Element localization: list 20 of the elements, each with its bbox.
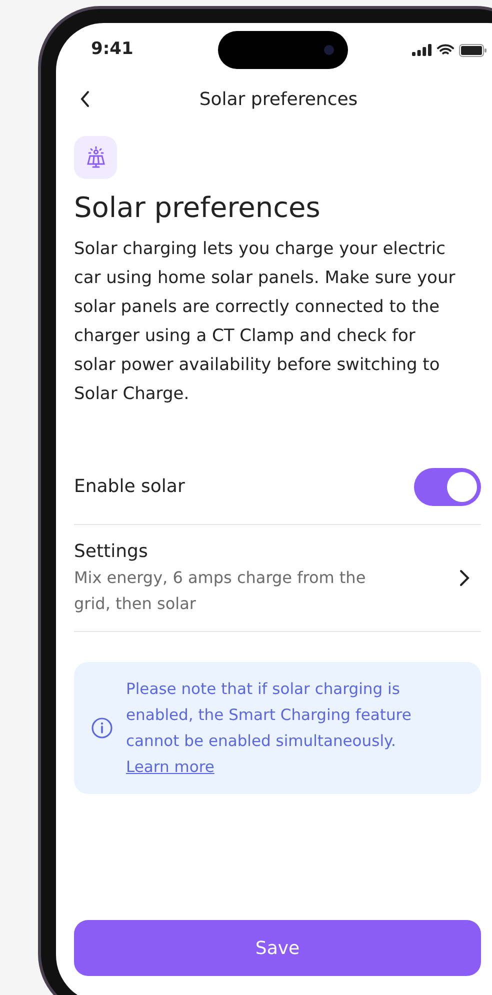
info-icon: [91, 717, 113, 739]
signal-icon: [412, 44, 432, 56]
status-time: 9:41: [90, 38, 134, 62]
description-paragraph: Solar charging lets you charge your electric car using home solar panels. Make sure your solar panels are correctly connected to the charger using a CT Clamp and check for solar power availability before switching to Solar Charge.: [74, 238, 456, 406]
save-button[interactable]: Save: [74, 920, 481, 976]
page-title: Solar preferences: [74, 190, 322, 226]
solar-panel-icon: [74, 136, 117, 179]
learn-more-link[interactable]: Learn more: [126, 758, 214, 776]
battery-icon: [458, 44, 487, 56]
setting-detail: Mix energy, 6 amps charge from the grid, then solar: [74, 567, 367, 615]
wifi-icon: [436, 44, 454, 56]
back-icon: [80, 90, 90, 108]
nav-title: Solar preferences: [198, 88, 359, 112]
notice-text: Please note that if solar charging is enabled, the Smart Charging feature cannot be enabled simultaneously. Learn more: [126, 679, 412, 778]
toggle-switch[interactable]: [414, 468, 481, 506]
setting-label: Settings: [74, 540, 149, 564]
camera-icon: [324, 45, 334, 55]
settings-row[interactable]: Settings Mix energy, 6 amps charge from the grid, then solar: [74, 525, 481, 632]
setting-label: Enable solar: [74, 475, 185, 499]
chevron-right-icon: [459, 569, 471, 587]
